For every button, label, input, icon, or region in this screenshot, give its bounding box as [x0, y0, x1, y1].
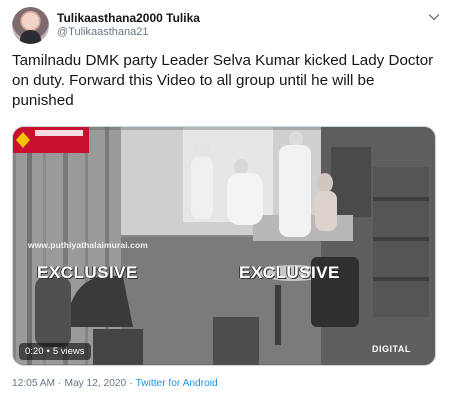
tweet-text: Tamilnadu DMK party Leader Selva Kumar k…: [12, 52, 434, 109]
tweet-date[interactable]: May 12, 2020: [64, 378, 126, 389]
video-player[interactable]: www.puthiyathalaimurai.com EXCLUSIVE EXC…: [12, 126, 436, 366]
meta-separator: ·: [58, 378, 62, 389]
meta-separator: ·: [129, 378, 133, 389]
avatar[interactable]: [12, 7, 49, 44]
tweet-meta: 12:05 AM · May 12, 2020 · Twitter for Androi…: [12, 378, 218, 389]
tweet: Tulikaasthana2000 Tulika @Tulikaasthana2…: [0, 0, 450, 404]
dot-separator: •: [46, 346, 50, 357]
digital-logo-icon: [13, 127, 89, 153]
user-handle[interactable]: @Tulikaasthana21: [57, 26, 148, 38]
exclusive-overlay-right: EXCLUSIVE: [239, 263, 340, 282]
video-duration: 0:20: [25, 346, 44, 357]
digital-label: DIGITAL: [372, 344, 411, 354]
watermark-url: www.puthiyathalaimurai.com: [28, 240, 148, 250]
tweet-source-link[interactable]: Twitter for Android: [136, 378, 218, 389]
video-views: 5 views: [52, 346, 85, 357]
display-name[interactable]: Tulikaasthana2000 Tulika: [57, 11, 200, 25]
chevron-down-icon[interactable]: [426, 9, 442, 25]
tweet-time[interactable]: 12:05 AM: [12, 378, 55, 389]
exclusive-overlay-left: EXCLUSIVE: [37, 263, 138, 282]
video-duration-badge: 0:20 • 5 views: [19, 343, 91, 360]
